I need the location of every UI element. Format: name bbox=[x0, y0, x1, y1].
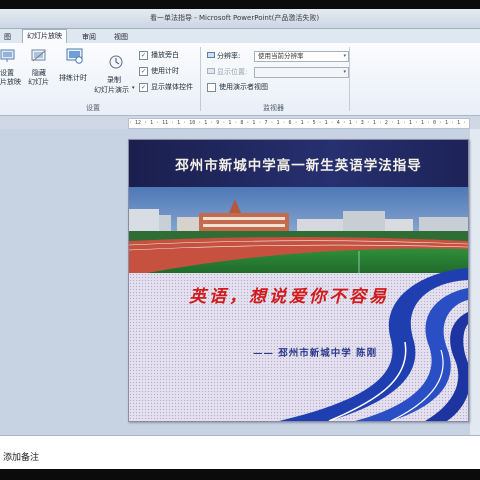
presenter-view-checkbox[interactable] bbox=[207, 83, 216, 92]
setup-show-label-2: 片放映 bbox=[0, 78, 21, 86]
use-timings-checkbox[interactable]: ✓ bbox=[139, 67, 148, 76]
notes-pane[interactable]: 添加备注 bbox=[0, 435, 480, 469]
title-bar: 看一单法指导 - Microsoft PowerPoint(产品激活失败) bbox=[0, 9, 480, 29]
show-media-controls-checkbox[interactable]: ✓ bbox=[139, 83, 148, 92]
presenter-view-label: 使用演示者视图 bbox=[219, 83, 268, 91]
record-label: 录制 bbox=[107, 76, 121, 84]
tab-design[interactable]: 图 bbox=[0, 31, 15, 43]
horizontal-ruler: · 12 · 1 · 11 · 1 · 10 · 1 · 9 · 1 · 8 ·… bbox=[128, 118, 470, 129]
rehearse-timings-label: 排练计时 bbox=[59, 74, 87, 82]
resolution-label: 分辨率: bbox=[217, 52, 241, 60]
slide-canvas[interactable]: 邳州市新城中学高一新生英语学法指导 英语，想说爱你不容易 —— 邳州市新城中学 … bbox=[128, 139, 469, 422]
use-timings-label: 使用计时 bbox=[151, 67, 179, 75]
slide-slogan[interactable]: 英语，想说爱你不容易 bbox=[189, 282, 389, 307]
tab-review[interactable]: 审阅 bbox=[78, 31, 100, 43]
chevron-down-icon: ▾ bbox=[343, 69, 346, 75]
ribbon: 设置 片放映 隐藏 幻灯片 排练计时 录制 幻灯片演示 ▾ ✓ 播放旁白 ✓ 使… bbox=[0, 43, 480, 116]
show-media-controls-label: 显示媒体控件 bbox=[151, 83, 193, 91]
show-on-label: 显示位置: bbox=[217, 68, 248, 76]
chevron-down-icon: ▾ bbox=[343, 53, 346, 59]
window-title: 看一单法指导 - Microsoft PowerPoint(产品激活失败) bbox=[150, 14, 320, 22]
resolution-icon bbox=[207, 52, 215, 58]
ribbon-tabs: 图 幻灯片放映 审阅 视图 bbox=[0, 29, 480, 44]
group-monitors-label: 监视器 bbox=[263, 104, 284, 112]
play-narrations-label: 播放旁白 bbox=[151, 51, 179, 59]
hide-slide-label-2: 幻灯片 bbox=[28, 78, 49, 86]
show-on-select[interactable]: ▾ bbox=[254, 67, 349, 78]
slide-title[interactable]: 邳州市新城中学高一新生英语学法指导 bbox=[129, 154, 468, 174]
rehearse-timings-icon bbox=[66, 48, 83, 64]
record-dropdown-icon: ▾ bbox=[132, 85, 135, 91]
show-on-icon bbox=[207, 68, 215, 74]
tab-view[interactable]: 视图 bbox=[110, 31, 132, 43]
play-narrations-checkbox[interactable]: ✓ bbox=[139, 51, 148, 60]
tab-slide-show[interactable]: 幻灯片放映 bbox=[22, 29, 67, 44]
record-icon bbox=[109, 55, 123, 69]
slide-author[interactable]: —— 邳州市新城中学 陈刚 bbox=[253, 345, 377, 359]
projector-screen-icon bbox=[0, 49, 15, 62]
group-setup-label: 设置 bbox=[86, 104, 100, 112]
hide-slide-icon bbox=[31, 49, 46, 62]
resolution-select[interactable]: 使用当前分辨率 ▾ bbox=[254, 51, 349, 62]
group-separator bbox=[349, 47, 350, 111]
group-separator bbox=[200, 47, 201, 111]
record-label-2: 幻灯片演示 bbox=[94, 86, 129, 94]
notes-placeholder: 添加备注 bbox=[3, 453, 40, 463]
resolution-value: 使用当前分辨率 bbox=[258, 52, 304, 60]
vertical-scrollbar[interactable] bbox=[470, 129, 480, 435]
